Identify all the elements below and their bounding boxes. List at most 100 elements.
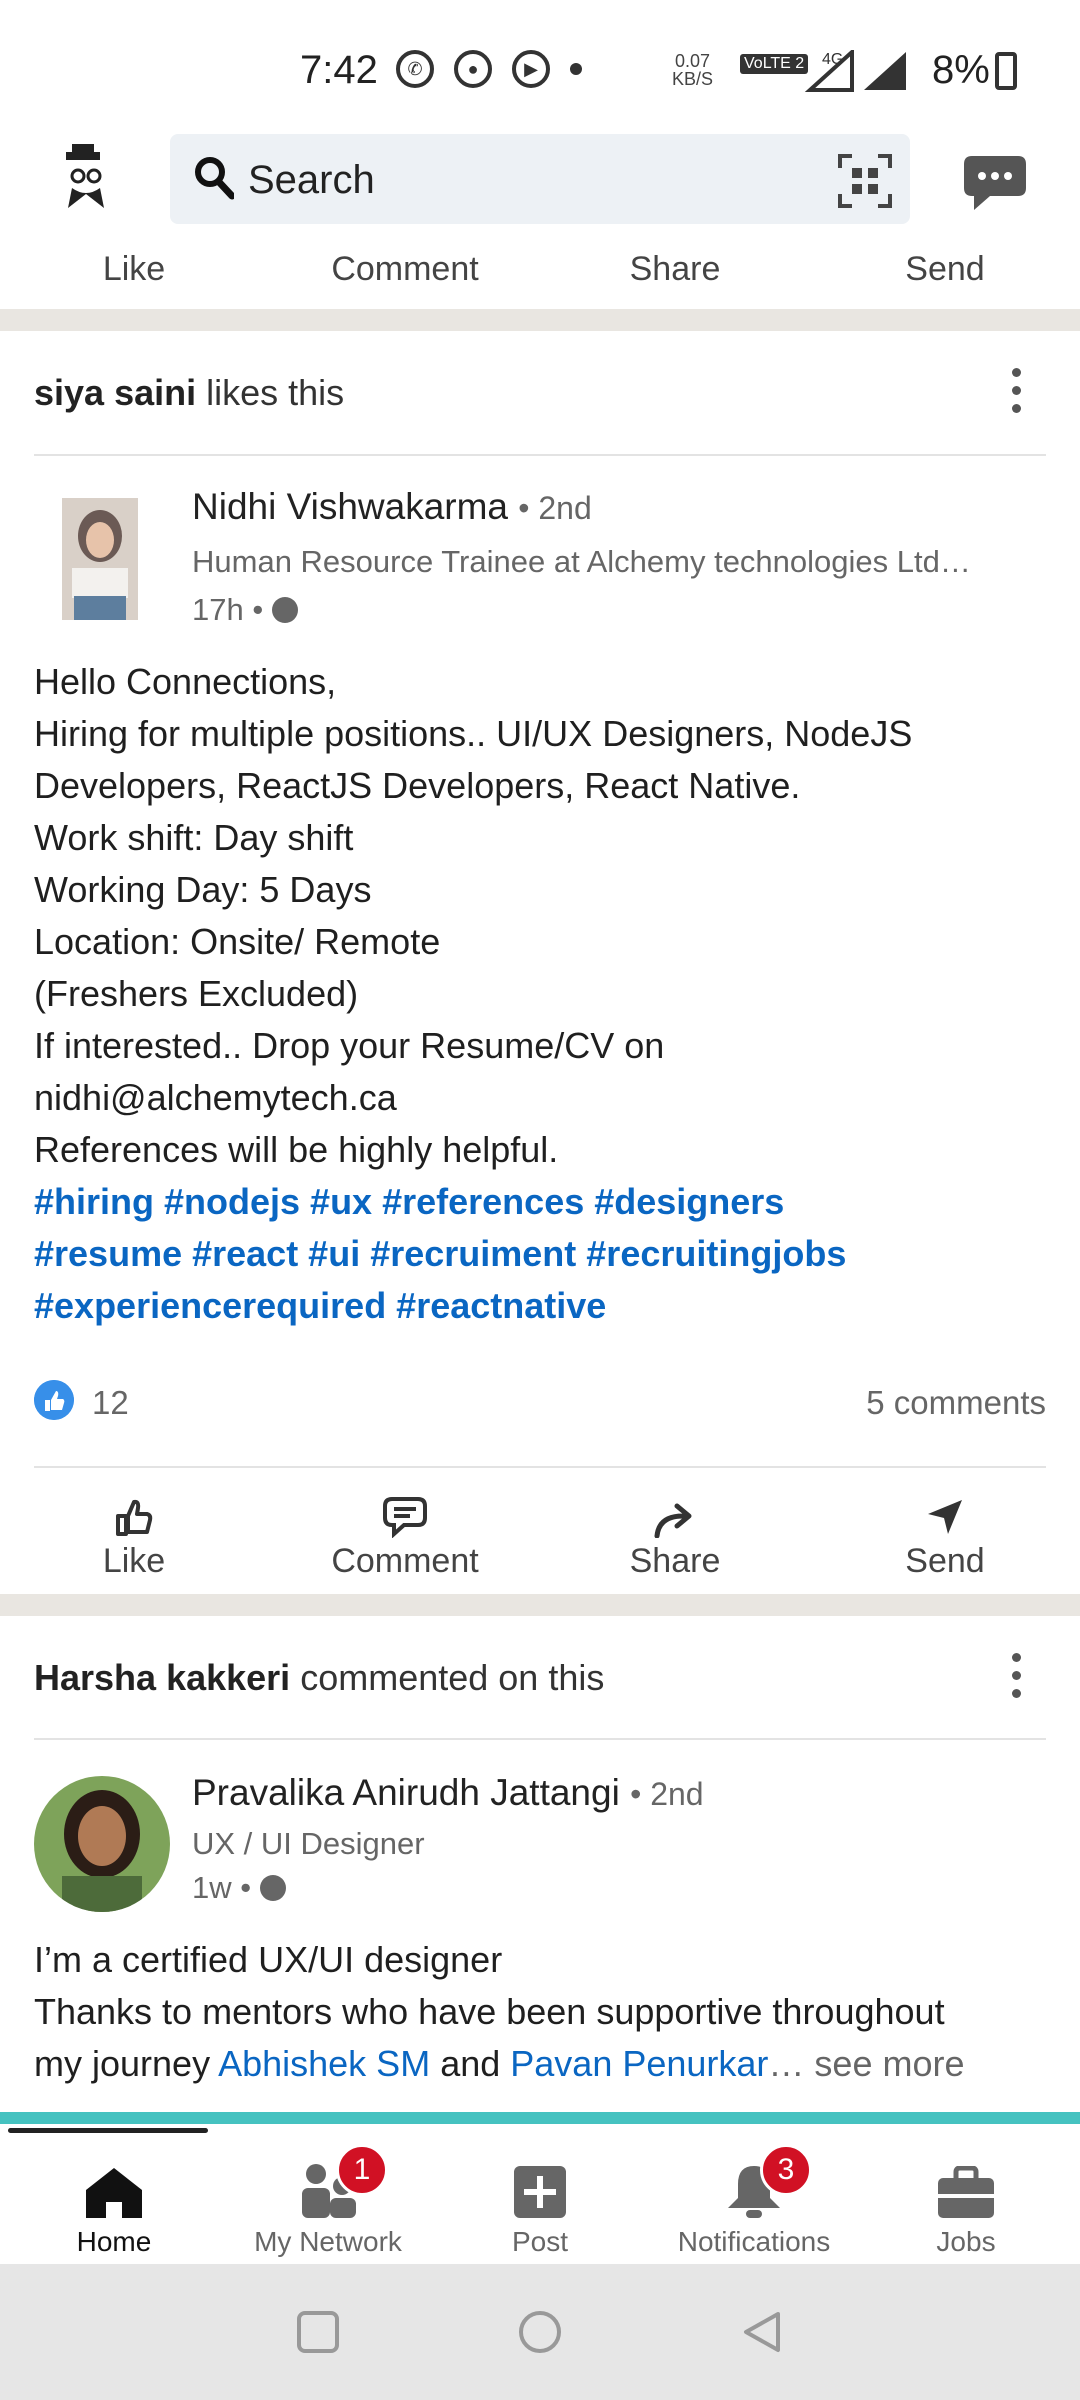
post2-line: my journey Abhishek SM and Pavan Penurka…: [34, 2038, 1054, 2090]
like-reaction-icon[interactable]: [34, 1380, 74, 1420]
prev-send-label: Send: [905, 250, 985, 288]
profile-avatar-icon[interactable]: [48, 142, 128, 222]
share-label: Share: [629, 1542, 721, 1580]
home-circle-icon[interactable]: [518, 2310, 562, 2354]
post2-author-avatar[interactable]: [34, 1776, 170, 1912]
post1-time-text: 17h •: [192, 592, 264, 627]
search-bar[interactable]: Search: [170, 134, 910, 224]
post2-body: I’m a certified UX/UI designer Thanks to…: [34, 1934, 1054, 2090]
post1-line: Hiring for multiple positions.. UI/UX De…: [34, 713, 913, 754]
post1-hashtags[interactable]: #experiencerequired #reactnative: [34, 1280, 1054, 1332]
search-input[interactable]: Search: [248, 158, 375, 203]
nav-my-network[interactable]: 1 My Network: [220, 2144, 436, 2258]
whatsapp-icon: ✆: [396, 50, 434, 88]
nav-notifications[interactable]: 3 Notifications: [646, 2144, 862, 2258]
post1-headline: Human Resource Trainee at Alchemy techno…: [192, 544, 971, 579]
nav-my-network-label: My Network: [254, 2226, 402, 2257]
status-time: 7:42: [300, 48, 378, 92]
post2-context-name[interactable]: Harsha kakkeri: [34, 1657, 290, 1698]
comment-button[interactable]: Comment: [305, 1486, 505, 1581]
post1-likes-count[interactable]: 12: [92, 1384, 129, 1422]
home-icon: [86, 2168, 142, 2218]
post1-comments-count[interactable]: 5 comments: [866, 1384, 1046, 1422]
volte-icon: VoLTE 2: [740, 54, 809, 74]
post1-divider: [34, 454, 1046, 456]
nav-jobs-label: Jobs: [936, 2226, 996, 2257]
search-icon: [195, 157, 234, 200]
see-more-link[interactable]: see more: [804, 2043, 964, 2084]
post2-author-text[interactable]: Pravalika Anirudh Jattangi: [192, 1772, 620, 1813]
post1-time: 17h •: [192, 592, 298, 628]
post1-hashtags[interactable]: #resume #react #ui #recruiment #recruiti…: [34, 1228, 1054, 1280]
send-label: Send: [905, 1542, 985, 1580]
home-active-indicator: [8, 2128, 208, 2133]
nav-jobs[interactable]: Jobs: [858, 2150, 1074, 2258]
nav-home[interactable]: Home: [6, 2150, 222, 2258]
post2-context: Harsha kakkeri commented on this: [34, 1657, 604, 1699]
post1-context: siya saini likes this: [34, 372, 344, 414]
post1-body: Hello Connections, Hiring for multiple p…: [34, 656, 1054, 1332]
post2-author-name[interactable]: Pravalika Anirudh Jattangi • 2nd: [192, 1772, 704, 1814]
post1-line: If interested.. Drop your Resume/CV on: [34, 1025, 665, 1066]
feed-divider: [0, 1594, 1080, 1616]
network-badge: 1: [336, 2144, 388, 2196]
post2-time-text: 1w •: [192, 1870, 252, 1905]
post1-hashtags[interactable]: #hiring #nodejs #ux #references #designe…: [34, 1176, 1054, 1228]
post2-degree: • 2nd: [630, 1776, 704, 1812]
send-button[interactable]: Send: [845, 1486, 1045, 1581]
share-icon: [654, 1503, 692, 1538]
post2-more-icon[interactable]: [1010, 1653, 1022, 1707]
post1-author-name[interactable]: Nidhi Vishwakarma • 2nd: [192, 486, 592, 528]
qr-code-icon[interactable]: [838, 154, 892, 208]
prev-comment-label: Comment: [331, 250, 479, 288]
notification-icons: ✆ ● ▶: [396, 50, 582, 88]
prev-send-button[interactable]: Send: [845, 246, 1045, 289]
nav-post[interactable]: Post: [432, 2150, 648, 2258]
post2-text: and: [430, 2043, 511, 2084]
messaging-icon[interactable]: [960, 152, 1030, 214]
battery-icon: [995, 52, 1017, 90]
thumbs-up-icon: [116, 1499, 153, 1536]
post1-degree: • 2nd: [518, 490, 592, 526]
back-triangle-icon[interactable]: [740, 2310, 784, 2354]
post-icon: [514, 2166, 566, 2218]
mention-link[interactable]: Abhishek SM: [218, 2043, 430, 2084]
post1-context-name[interactable]: siya saini: [34, 372, 196, 413]
speed-unit: KB/S: [672, 69, 714, 89]
nav-post-label: Post: [511, 2226, 569, 2257]
post2-divider: [34, 1738, 1046, 1740]
post2-ellipsis: …: [768, 2043, 805, 2084]
post2-headline: UX / UI Designer: [192, 1826, 425, 1861]
recents-square-icon[interactable]: [296, 2310, 340, 2354]
prev-like-label: Like: [102, 250, 166, 288]
play-icon: ▶: [512, 50, 550, 88]
comment-icon: [383, 1497, 427, 1538]
post1-line: Location: Onsite/ Remote: [34, 921, 441, 962]
post1-author-text[interactable]: Nidhi Vishwakarma: [192, 486, 508, 527]
post1-line: Work shift: Day shift: [34, 817, 354, 858]
like-button[interactable]: Like: [34, 1486, 234, 1581]
nav-home-label: Home: [76, 2226, 152, 2257]
speed-value: 0.07: [674, 51, 711, 71]
app-header: Search: [0, 130, 1080, 240]
post1-line: Hello Connections,: [34, 661, 337, 702]
feed-bottom-strip: [0, 2112, 1080, 2124]
post1-line: (Freshers Excluded): [34, 973, 359, 1014]
post2-context-text: commented on this: [290, 1657, 605, 1698]
more-notifications-dot-icon: [570, 63, 582, 75]
post1-more-icon[interactable]: [1010, 368, 1022, 422]
notifications-badge: 3: [760, 2144, 812, 2196]
signal-icon: 4G: [804, 50, 906, 92]
post2-time: 1w •: [192, 1870, 286, 1906]
send-icon: [928, 1500, 962, 1534]
network-type: 4G: [822, 51, 843, 68]
feed-divider: [0, 309, 1080, 331]
share-button[interactable]: Share: [575, 1486, 775, 1581]
prev-like-button[interactable]: Like: [34, 246, 234, 289]
post1-author-avatar[interactable]: [62, 498, 138, 620]
chrome-icon: ●: [454, 50, 492, 88]
prev-share-button[interactable]: Share: [575, 246, 775, 289]
mention-link[interactable]: Pavan Penurkar: [510, 2043, 768, 2084]
prev-comment-button[interactable]: Comment: [305, 246, 505, 289]
globe-icon: [271, 596, 298, 623]
